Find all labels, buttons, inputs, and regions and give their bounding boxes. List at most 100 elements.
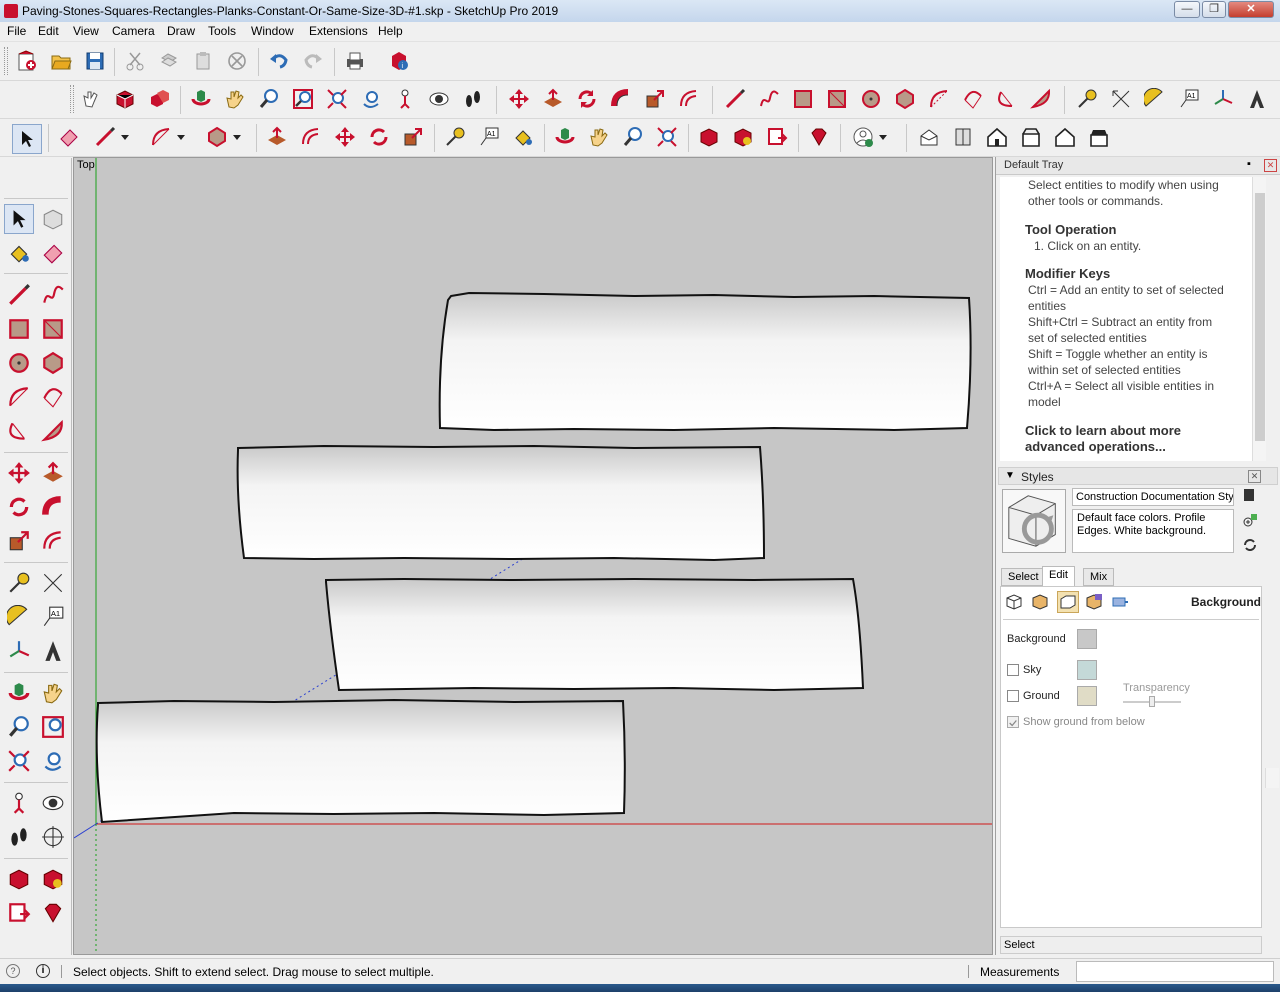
rotate-icon[interactable]: [4, 492, 34, 522]
freehand-icon[interactable]: [38, 280, 68, 310]
plank-2[interactable]: [236, 444, 766, 562]
plank-3[interactable]: [325, 577, 865, 692]
tape-measure-icon[interactable]: [442, 124, 468, 150]
orbit-icon[interactable]: [552, 124, 578, 150]
rotated-rectangle-icon[interactable]: [824, 86, 850, 112]
walk-icon[interactable]: [4, 822, 34, 852]
redo-icon[interactable]: [300, 48, 326, 74]
hand-tool-icon[interactable]: [78, 86, 104, 112]
line-icon[interactable]: [4, 280, 34, 310]
menu-help[interactable]: Help: [378, 24, 403, 38]
look-around-icon[interactable]: [426, 86, 452, 112]
move-icon[interactable]: [506, 86, 532, 112]
dimension-icon[interactable]: [1108, 86, 1134, 112]
open-folder-icon[interactable]: [48, 48, 74, 74]
pin-icon[interactable]: ▪: [1247, 158, 1251, 170]
select-arrow-icon[interactable]: [12, 124, 42, 154]
modeling-settings-icon[interactable]: [1111, 593, 1129, 611]
transparency-slider-handle[interactable]: [1149, 696, 1155, 707]
component-icon[interactable]: [112, 86, 138, 112]
tape-measure-icon[interactable]: [4, 568, 34, 598]
cut-icon[interactable]: [122, 48, 148, 74]
instructor-info-icon[interactable]: i: [36, 964, 50, 978]
menu-window[interactable]: Window: [251, 24, 294, 38]
protractor-icon[interactable]: [4, 602, 34, 632]
three-point-arc-icon[interactable]: [4, 416, 34, 446]
text-icon[interactable]: A1: [38, 602, 68, 632]
scale-icon[interactable]: [642, 86, 668, 112]
pie-icon[interactable]: [1028, 86, 1054, 112]
copy-icon[interactable]: [156, 48, 182, 74]
line-dropdown-icon[interactable]: [118, 124, 132, 150]
select-tool-icon[interactable]: [4, 204, 34, 234]
measurements-input[interactable]: [1076, 961, 1274, 982]
menu-extensions[interactable]: Extensions: [309, 24, 368, 38]
section-plane-icon[interactable]: [38, 822, 68, 852]
pan-icon[interactable]: [38, 678, 68, 708]
tray-close-icon[interactable]: ✕: [1264, 159, 1277, 172]
3d-text-icon[interactable]: [1244, 86, 1270, 112]
follow-me-icon[interactable]: [608, 86, 634, 112]
rectangle-icon[interactable]: [790, 86, 816, 112]
text-icon[interactable]: A1: [476, 124, 502, 150]
zoom-extents-icon[interactable]: [324, 86, 350, 112]
ground-color-swatch[interactable]: [1077, 686, 1097, 706]
extension-warehouse-icon[interactable]: [38, 864, 68, 894]
zoom-icon[interactable]: [256, 86, 282, 112]
iso-view-icon[interactable]: [916, 124, 942, 150]
orbit-icon[interactable]: [188, 86, 214, 112]
walk-icon[interactable]: [460, 86, 486, 112]
3d-text-icon[interactable]: [38, 636, 68, 666]
push-pull-icon[interactable]: [540, 86, 566, 112]
polygon-icon[interactable]: [38, 348, 68, 378]
minimize-button[interactable]: —: [1174, 1, 1200, 18]
save-icon[interactable]: [82, 48, 108, 74]
update-style-icon[interactable]: [1242, 537, 1258, 553]
dimension-icon[interactable]: [38, 568, 68, 598]
style-description-field[interactable]: Default face colors. Profile Edges. Whit…: [1072, 509, 1234, 553]
two-point-arc-icon[interactable]: [38, 382, 68, 412]
watermark-settings-icon[interactable]: [1085, 593, 1103, 611]
arc-icon[interactable]: [926, 86, 952, 112]
front-view-icon[interactable]: [984, 124, 1010, 150]
menu-draw[interactable]: Draw: [167, 24, 195, 38]
move-icon[interactable]: [4, 458, 34, 488]
move-icon[interactable]: [332, 124, 358, 150]
undo-icon[interactable]: [266, 48, 292, 74]
arc-dropdown-icon[interactable]: [174, 124, 188, 150]
paint-bucket-icon[interactable]: [4, 238, 34, 268]
ground-checkbox[interactable]: [1007, 690, 1019, 702]
model-viewport[interactable]: Top: [73, 157, 993, 955]
account-icon[interactable]: [850, 124, 876, 150]
arc-icon[interactable]: [4, 382, 34, 412]
plank-1[interactable]: [438, 291, 972, 432]
polygon-icon[interactable]: [892, 86, 918, 112]
background-color-swatch[interactable]: [1077, 629, 1097, 649]
styles-panel-header[interactable]: ▼ Styles ✕: [998, 467, 1278, 485]
paint-bucket-icon[interactable]: [510, 124, 536, 150]
add-style-icon[interactable]: [1242, 512, 1258, 528]
axes-icon[interactable]: [1210, 86, 1236, 112]
offset-icon[interactable]: [298, 124, 324, 150]
style-name-field[interactable]: Construction Documentation Sty: [1072, 488, 1234, 506]
pan-icon[interactable]: [222, 86, 248, 112]
back-view-icon[interactable]: [1052, 124, 1078, 150]
scrollbar-thumb[interactable]: [1255, 193, 1265, 441]
right-view-icon[interactable]: [1018, 124, 1044, 150]
top-view-icon[interactable]: [950, 124, 976, 150]
menu-file[interactable]: File: [7, 24, 26, 38]
offset-icon[interactable]: [676, 86, 702, 112]
rotate-icon[interactable]: [574, 86, 600, 112]
make-component-icon[interactable]: [38, 204, 68, 234]
zoom-icon[interactable]: [620, 124, 646, 150]
circle-icon[interactable]: [858, 86, 884, 112]
eraser-icon[interactable]: [56, 124, 82, 150]
background-settings-icon[interactable]: [1057, 591, 1079, 613]
send-to-layout-icon[interactable]: [4, 898, 34, 928]
line-icon[interactable]: [92, 124, 118, 150]
zoom-window-icon[interactable]: [290, 86, 316, 112]
send-to-layout-icon[interactable]: [764, 124, 790, 150]
learn-more-link[interactable]: Click to learn about more advanced opera…: [1025, 423, 1230, 455]
protractor-icon[interactable]: [1142, 86, 1168, 112]
shapes-icon[interactable]: [204, 124, 230, 150]
